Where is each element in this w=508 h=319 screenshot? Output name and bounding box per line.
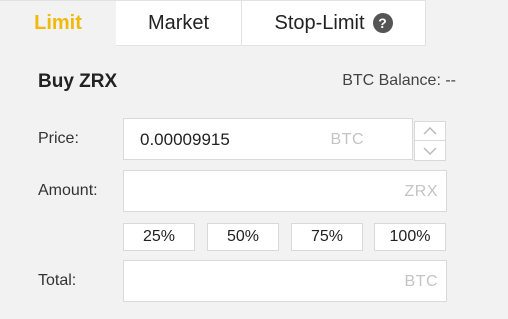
amount-label: Amount: bbox=[38, 182, 98, 199]
help-icon[interactable]: ? bbox=[372, 13, 393, 33]
price-input[interactable]: 0.00009915 BTC bbox=[123, 118, 413, 160]
tab-market-label: Market bbox=[147, 11, 210, 34]
total-unit: BTC bbox=[404, 273, 438, 290]
tab-limit-label: Limit bbox=[34, 12, 82, 34]
tab-stop-limit[interactable]: Stop-Limit ? bbox=[242, 0, 426, 46]
price-stepper[interactable] bbox=[414, 121, 446, 161]
tab-limit[interactable]: Limit bbox=[0, 0, 116, 46]
price-value: 0.00009915 bbox=[140, 130, 230, 149]
chevron-up-icon[interactable] bbox=[415, 122, 445, 141]
total-label: Total: bbox=[38, 272, 77, 289]
percent-50-button[interactable]: 50% bbox=[207, 223, 279, 251]
price-unit: BTC bbox=[330, 131, 364, 148]
percent-75-button[interactable]: 75% bbox=[291, 223, 363, 251]
form-title: Buy ZRX bbox=[38, 71, 118, 92]
amount-input[interactable]: ZRX bbox=[123, 170, 447, 212]
total-input[interactable]: BTC bbox=[123, 260, 447, 302]
price-label: Price: bbox=[38, 130, 79, 147]
order-type-tabs: Limit Market Stop-Limit ? bbox=[0, 0, 426, 46]
amount-unit: ZRX bbox=[404, 183, 438, 200]
chevron-down-icon[interactable] bbox=[415, 141, 445, 160]
tab-stop-limit-label: Stop-Limit bbox=[274, 11, 365, 34]
percent-25-button[interactable]: 25% bbox=[123, 223, 195, 251]
balance-label: BTC Balance: -- bbox=[342, 72, 456, 89]
tab-market[interactable]: Market bbox=[116, 0, 242, 46]
percent-100-button[interactable]: 100% bbox=[374, 223, 446, 251]
